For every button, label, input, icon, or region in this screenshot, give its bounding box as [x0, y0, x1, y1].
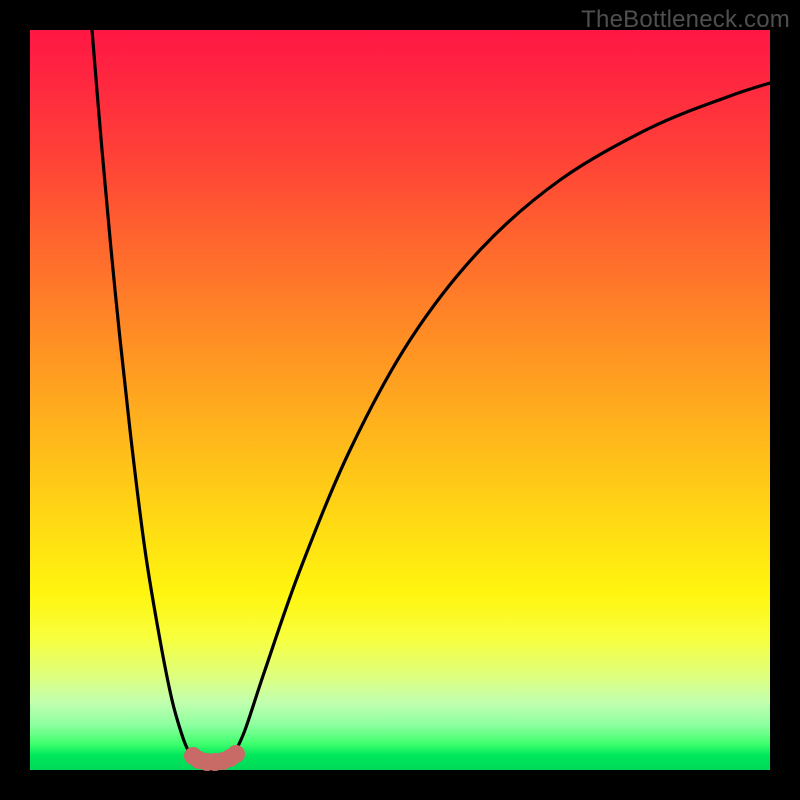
curve-right-branch: [233, 83, 770, 756]
curve-left-branch: [92, 30, 193, 756]
watermark-text: TheBottleneck.com: [581, 6, 790, 34]
trough-bead-cluster: [184, 745, 245, 771]
bottleneck-curve-svg: [30, 30, 770, 770]
trough-bead: [227, 745, 245, 763]
